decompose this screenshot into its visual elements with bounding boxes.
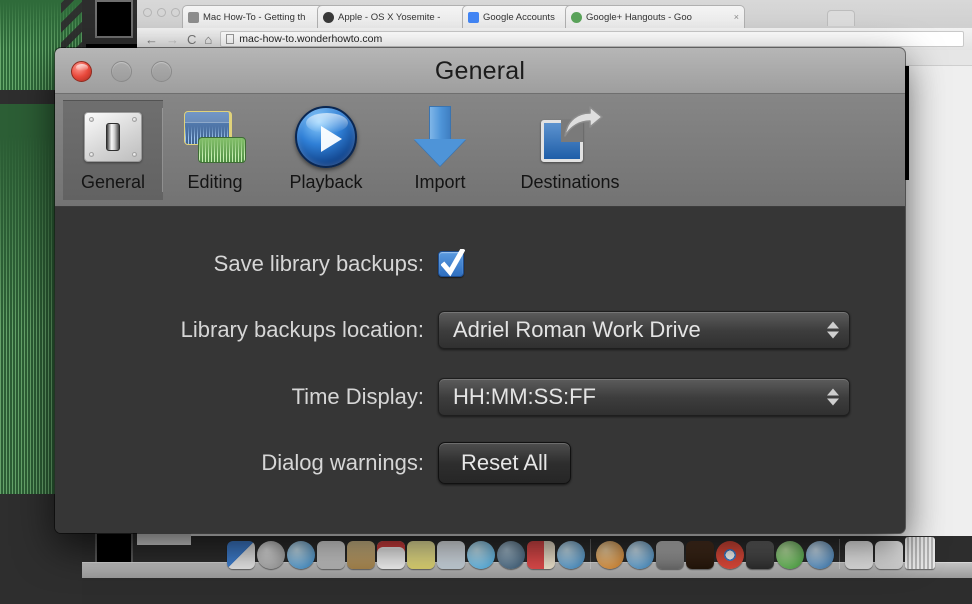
tab-title: Google+ Hangouts - Goo: [586, 11, 692, 23]
dock-item-calendar[interactable]: [377, 541, 405, 569]
dock-separator: [836, 539, 843, 569]
dock-item-final-cut-pro[interactable]: [746, 541, 774, 569]
toolbar-tab-label: General: [80, 172, 146, 192]
window-title: General: [434, 56, 526, 85]
chevron-updown-icon: [827, 388, 839, 406]
reset-all-button[interactable]: Reset All: [438, 442, 571, 484]
tab-title: Apple - OS X Yosemite -: [338, 11, 441, 23]
checkmark-icon: [441, 249, 465, 277]
export-arrow-icon: [564, 106, 603, 137]
tab-favicon-icon: [468, 11, 479, 23]
preferences-toolbar[interactable]: General Editing Playback Import Destinat…: [55, 94, 905, 207]
pref-row-save-library-backups: Save library backups:: [55, 231, 905, 297]
dock-item-preview[interactable]: [806, 541, 834, 569]
track-thumbnail: [95, 532, 133, 566]
browser-zoom-icon[interactable]: [171, 8, 180, 17]
browser-toolbar: ← → C ⌂ mac-how-to.wonderhowto.com: [137, 28, 972, 50]
browser-tab-3[interactable]: Google+ Hangouts - Goo ×: [565, 5, 745, 28]
pref-row-time-display: Time Display: HH:MM:SS:FF: [55, 363, 905, 431]
popup-value: Adriel Roman Work Drive: [453, 317, 701, 342]
library-backups-location-popup[interactable]: Adriel Roman Work Drive: [438, 311, 850, 349]
toolbar-tab-destinations[interactable]: Destinations: [495, 100, 645, 200]
forward-icon[interactable]: →: [166, 33, 179, 46]
share-export-icon: [539, 106, 603, 168]
dock-item-ibooks[interactable]: [596, 541, 624, 569]
back-icon[interactable]: ←: [145, 33, 158, 46]
toolbar-tab-label: Playback: [289, 172, 363, 192]
tab-favicon-icon: [188, 11, 199, 23]
dock-separator: [587, 539, 594, 569]
play-circle-icon: [295, 106, 357, 168]
download-arrow-icon: [412, 106, 468, 168]
dock-item-reminders[interactable]: [437, 541, 465, 569]
dock-item-garageband[interactable]: [686, 541, 714, 569]
pref-label: Time Display:: [291, 384, 424, 409]
dock-item-document-window[interactable]: [875, 541, 903, 569]
popup-value: HH:MM:SS:FF: [453, 384, 596, 409]
toolbar-tab-label: Destinations: [520, 172, 620, 192]
reload-icon[interactable]: C: [187, 33, 196, 46]
preferences-dialog: General General Editing Playback Import …: [55, 48, 905, 533]
page-icon: [226, 34, 235, 44]
dock-item-system-preferences[interactable]: [656, 541, 684, 569]
pref-label: Dialog warnings:: [261, 450, 424, 475]
browser-tabstrip: Mac How-To - Getting th × Apple - OS X Y…: [137, 0, 972, 28]
browser-close-icon[interactable]: [143, 8, 152, 17]
dock-item-phone[interactable]: [776, 541, 804, 569]
dock[interactable]: [225, 531, 972, 569]
toolbar-tab-label: Editing: [187, 172, 243, 192]
dock-item-safari[interactable]: [287, 541, 315, 569]
address-bar[interactable]: mac-how-to.wonderhowto.com: [220, 31, 964, 47]
tab-favicon-icon: [323, 11, 334, 23]
home-icon[interactable]: ⌂: [204, 33, 212, 46]
pref-row-dialog-warnings: Dialog warnings: Reset All: [55, 431, 905, 495]
tab-close-icon[interactable]: ×: [731, 12, 739, 22]
preferences-body: Save library backups: Library backups lo…: [55, 207, 905, 533]
dock-item-finder[interactable]: [227, 541, 255, 569]
pref-label: Save library backups:: [213, 251, 424, 276]
dock-item-mail[interactable]: [317, 541, 345, 569]
toolbar-tab-general[interactable]: General: [63, 100, 163, 200]
dock-item-app-store[interactable]: [626, 541, 654, 569]
toolbar-tab-label: Import: [414, 172, 466, 192]
browser-window: Mac How-To - Getting th × Apple - OS X Y…: [137, 0, 972, 50]
save-library-backups-checkbox[interactable]: [438, 249, 465, 277]
dock-item-contacts[interactable]: [347, 541, 375, 569]
toolbar-tab-editing[interactable]: Editing: [163, 100, 267, 200]
light-switch-icon: [84, 106, 142, 168]
dock-item-launchpad[interactable]: [257, 541, 285, 569]
dialog-titlebar[interactable]: General: [55, 48, 905, 94]
tab-title: Google Accounts: [483, 11, 555, 23]
screen: (SM) » Mac How-To - Getting th × Apple: [0, 0, 972, 604]
address-text: mac-how-to.wonderhowto.com: [239, 33, 383, 45]
pref-label: Library backups location:: [180, 317, 424, 342]
dock-item-document[interactable]: [845, 541, 873, 569]
time-display-popup[interactable]: HH:MM:SS:FF: [438, 378, 850, 416]
dock-item-notes[interactable]: [407, 541, 435, 569]
toolbar-tab-playback[interactable]: Playback: [267, 100, 385, 200]
dock-item-itunes[interactable]: [557, 541, 585, 569]
clips-waveform-icon: [184, 106, 246, 168]
pref-row-library-backups-location: Library backups location: Adriel Roman W…: [55, 297, 905, 363]
dock-item-trash[interactable]: [905, 537, 935, 569]
browser-traffic-lights[interactable]: [143, 8, 180, 17]
chevron-updown-icon: [827, 321, 839, 339]
toolbar-tab-import[interactable]: Import: [385, 100, 495, 200]
dock-item-chrome[interactable]: [716, 541, 744, 569]
track-thumbnail: [95, 0, 133, 38]
tab-favicon-icon: [571, 11, 582, 23]
new-tab-button[interactable]: [827, 10, 855, 26]
dock-item-messages[interactable]: [467, 541, 495, 569]
dock-item-keynote[interactable]: [527, 541, 555, 569]
tab-title: Mac How-To - Getting th: [203, 11, 306, 23]
browser-minimize-icon[interactable]: [157, 8, 166, 17]
dock-item-facetime[interactable]: [497, 541, 525, 569]
